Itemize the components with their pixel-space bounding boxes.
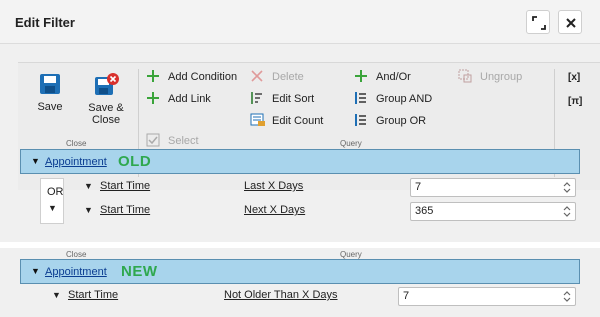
count-icon (250, 113, 266, 129)
collapse-triangle-icon[interactable]: ▼ (31, 156, 40, 166)
condition-row: ▼ Start Time Next X Days 365 (80, 201, 580, 221)
collapse-triangle-icon[interactable]: ▼ (84, 181, 93, 191)
parameters-button[interactable]: [π] (568, 93, 582, 109)
condition-operator[interactable]: Next X Days (244, 204, 305, 216)
save-button[interactable]: Save (30, 73, 70, 121)
edit-count-button[interactable]: Edit Count (250, 113, 323, 129)
query-group-label: Query (340, 139, 362, 148)
condition-field[interactable]: Start Time (100, 204, 150, 216)
save-icon (40, 74, 60, 94)
condition-value-input[interactable]: 7 (410, 178, 576, 197)
plus-icon (354, 69, 370, 85)
condition-row: ▼ Start Time Last X Days 7 (80, 177, 580, 197)
bracket-pi-icon: [π] (568, 95, 583, 107)
condition-field[interactable]: Start Time (100, 180, 150, 192)
query-group-label: Query (340, 250, 362, 259)
condition-value-input[interactable]: 7 (398, 287, 576, 306)
condition-operator[interactable]: Not Older Than X Days (224, 289, 338, 301)
condition-operator[interactable]: Last X Days (244, 180, 303, 192)
close-group-label: Close (66, 139, 87, 148)
group-icon (354, 91, 370, 107)
new-filter-panel: Close Query ▼ Appointment NEW ▼ Start Ti… (0, 248, 600, 317)
entity-link[interactable]: Appointment (45, 156, 107, 168)
ungroup-icon (458, 69, 474, 85)
condition-value-input[interactable]: 365 (410, 202, 576, 221)
xml-view-button[interactable]: [x] (568, 69, 580, 85)
edit-sort-button[interactable]: Edit Sort (250, 91, 314, 107)
or-group[interactable]: OR ▼ (40, 178, 64, 224)
entity-bar-old: ▼ Appointment OLD (20, 149, 580, 174)
condition-row: ▼ Start Time Not Older Than X Days 7 (48, 286, 580, 306)
spinner-icon[interactable] (561, 181, 573, 194)
sort-icon (250, 91, 266, 107)
add-link-button[interactable]: Add Link (146, 91, 211, 107)
close-window-button[interactable] (558, 10, 582, 34)
delete-x-icon (250, 69, 266, 85)
delete-button[interactable]: Delete (250, 69, 304, 85)
collapse-triangle-icon[interactable]: ▼ (31, 266, 40, 276)
collapse-triangle-icon[interactable]: ▼ (48, 203, 57, 213)
old-filter-panel: Save Save & Close Select Add Condition A… (0, 44, 600, 242)
entity-link[interactable]: Appointment (45, 266, 107, 278)
plus-icon (146, 69, 162, 85)
group-and-button[interactable]: Group AND (354, 91, 432, 107)
ungroup-button[interactable]: Ungroup (458, 69, 522, 85)
maximize-icon (532, 16, 546, 30)
spinner-icon[interactable] (561, 290, 573, 303)
window-titlebar: Edit Filter (0, 0, 600, 44)
maximize-button[interactable] (526, 10, 550, 34)
bracket-x-icon: [x] (568, 71, 581, 83)
spinner-icon[interactable] (561, 205, 573, 218)
new-badge: NEW (121, 263, 158, 280)
select-button[interactable]: Select (146, 133, 199, 149)
and-or-button[interactable]: And/Or (354, 69, 411, 85)
group-or-button[interactable]: Group OR (354, 113, 426, 129)
save-and-close-button[interactable]: Save & Close (82, 69, 130, 127)
close-group-label: Close (66, 250, 87, 259)
add-condition-button[interactable]: Add Condition (146, 69, 237, 85)
collapse-triangle-icon[interactable]: ▼ (52, 290, 61, 300)
save-close-icon (95, 73, 119, 95)
plus-icon (146, 91, 162, 107)
window-title: Edit Filter (15, 15, 75, 30)
condition-field[interactable]: Start Time (68, 289, 118, 301)
entity-bar-new: ▼ Appointment NEW (20, 259, 580, 284)
group-icon (354, 113, 370, 129)
or-label: OR (47, 186, 64, 198)
old-badge: OLD (118, 153, 152, 170)
collapse-triangle-icon[interactable]: ▼ (84, 205, 93, 215)
close-icon (566, 18, 576, 28)
checkbox-icon (146, 133, 162, 149)
